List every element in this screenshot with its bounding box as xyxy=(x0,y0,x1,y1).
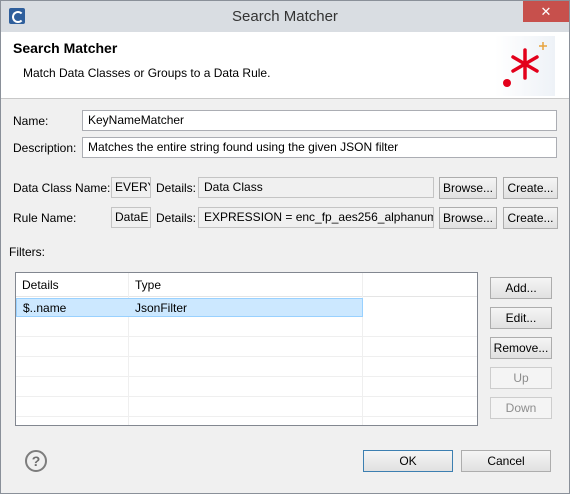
move-down-button[interactable]: Down xyxy=(490,397,552,419)
name-field[interactable]: KeyNameMatcher xyxy=(82,110,557,131)
edit-filter-button[interactable]: Edit... xyxy=(490,307,552,329)
close-button[interactable]: ✕ xyxy=(523,1,569,22)
window-title: Search Matcher xyxy=(232,8,338,25)
rule-create-button[interactable]: Create... xyxy=(503,207,558,229)
asterisk-logo-icon xyxy=(495,36,555,96)
rule-details-label: Details: xyxy=(156,211,197,225)
banner-title: Search Matcher xyxy=(13,40,118,56)
add-filter-button[interactable]: Add... xyxy=(490,277,552,299)
cancel-button[interactable]: Cancel xyxy=(461,450,551,472)
table-cell-details: $..name xyxy=(23,301,67,315)
description-label: Description: xyxy=(13,141,77,155)
data-class-details-label: Details: xyxy=(156,181,197,195)
remove-filter-button[interactable]: Remove... xyxy=(490,337,552,359)
banner-description: Match Data Classes or Groups to a Data R… xyxy=(23,66,271,80)
data-class-create-button[interactable]: Create... xyxy=(503,177,558,199)
table-cell-type: JsonFilter xyxy=(135,301,188,315)
table-row[interactable]: $..name JsonFilter xyxy=(16,298,363,317)
table-row-empty xyxy=(16,358,477,377)
header-banner: Search Matcher Match Data Classes or Gro… xyxy=(1,32,569,99)
search-matcher-dialog: Search Matcher ✕ Search Matcher Match Da… xyxy=(0,0,570,494)
table-row-empty xyxy=(16,338,477,357)
title-bar: Search Matcher ✕ xyxy=(1,1,569,32)
name-label: Name: xyxy=(13,114,49,128)
rule-browse-button[interactable]: Browse... xyxy=(439,207,497,229)
column-header-details[interactable]: Details xyxy=(16,273,129,297)
table-row-empty xyxy=(16,398,477,417)
data-class-name-label: Data Class Name: xyxy=(13,181,111,195)
rule-name-label: Rule Name: xyxy=(13,211,77,225)
description-field[interactable]: Matches the entire string found using th… xyxy=(82,137,557,158)
table-row-empty xyxy=(16,378,477,397)
column-header-type[interactable]: Type xyxy=(129,273,363,297)
data-class-details-field[interactable]: Data Class xyxy=(198,177,434,198)
rule-name-field[interactable]: DataE xyxy=(111,207,151,228)
ok-button[interactable]: OK xyxy=(363,450,453,472)
table-row-empty xyxy=(16,318,477,337)
table-header: Details Type xyxy=(16,273,477,297)
filters-table[interactable]: Details Type $..name JsonFilter xyxy=(15,272,478,426)
data-class-name-field[interactable]: EVERY xyxy=(111,177,151,198)
data-class-browse-button[interactable]: Browse... xyxy=(439,177,497,199)
move-up-button[interactable]: Up xyxy=(490,367,552,389)
rule-details-field[interactable]: EXPRESSION = enc_fp_aes256_alphanum($ xyxy=(198,207,434,228)
filters-label: Filters: xyxy=(9,245,45,259)
help-icon[interactable]: ? xyxy=(25,450,47,472)
